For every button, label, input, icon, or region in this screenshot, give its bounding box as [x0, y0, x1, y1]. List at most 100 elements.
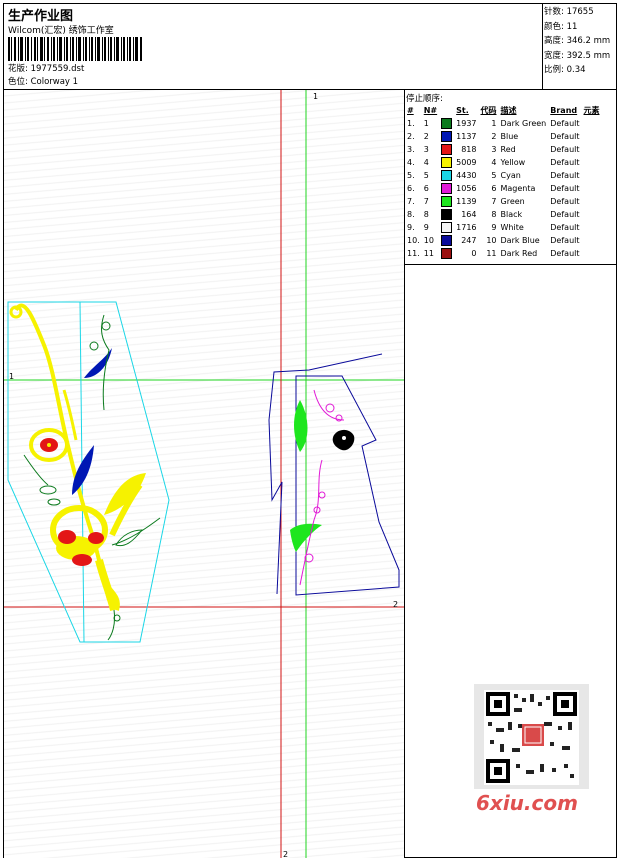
row-swatch: [439, 221, 454, 234]
row-swatch: [439, 247, 454, 260]
row-element: [582, 221, 602, 234]
table-row: 2. 2 1137 2 Blue Default: [405, 130, 602, 143]
watermark: 6xiu.com: [476, 791, 578, 815]
row-stitches: 1056: [456, 184, 477, 193]
row-description: Cyan: [500, 171, 521, 180]
row-element: [582, 195, 602, 208]
row-code: 8: [491, 210, 497, 219]
color-swatch: [441, 131, 453, 142]
row-brand: Default: [550, 236, 580, 245]
stat-height: 高度: 346.2 mm: [544, 36, 611, 46]
row-needle: 4: [423, 158, 429, 167]
col-index: #: [407, 106, 414, 115]
black-flower: [332, 429, 355, 451]
color-swatch: [441, 235, 453, 246]
row-stitches: 818: [461, 145, 477, 154]
row-code: 5: [491, 171, 497, 180]
row-code: 2: [491, 132, 497, 141]
row-description: Dark Green: [500, 119, 547, 128]
col-needle: N#: [423, 106, 438, 115]
table-header-row: # N# St. 代码 描述 Brand 元素: [405, 104, 602, 117]
color-swatch: [441, 196, 453, 207]
yellow-swirl: [9, 305, 23, 319]
row-element: [582, 247, 602, 260]
table-row: 11. 11 0 11 Dark Red Default: [405, 247, 602, 260]
color-swatch: [441, 144, 453, 155]
row-stitches: 1137: [456, 132, 477, 141]
colorway-label: 色位:: [8, 77, 28, 87]
row-swatch: [439, 130, 454, 143]
colorway-value: Colorway 1: [30, 77, 79, 87]
col-swatch: [439, 104, 454, 117]
color-sequence-table: # N# St. 代码 描述 Brand 元素 1. 1 1937 1 Dark Gre…: [405, 104, 602, 260]
color-swatch: [441, 222, 453, 233]
col-code: 代码: [480, 106, 497, 115]
row-brand: Default: [550, 223, 580, 232]
guide-label-h1: 1: [9, 372, 15, 381]
magenta-vine-main: [299, 459, 323, 586]
table-row: 8. 8 164 8 Black Default: [405, 208, 602, 221]
color-swatch: [441, 157, 453, 168]
row-brand: Default: [550, 197, 580, 206]
row-code: 4: [491, 158, 497, 167]
row-code: 6: [491, 184, 497, 193]
row-swatch: [439, 195, 454, 208]
row-swatch: [439, 143, 454, 156]
row-element: [582, 234, 602, 247]
col-element: 元素: [583, 106, 600, 115]
color-swatch: [441, 118, 453, 129]
stat-scale: 比例: 0.34: [544, 65, 586, 75]
design-line: 花版: 1977559.dst: [8, 62, 84, 74]
row-index: 10.: [407, 236, 420, 245]
row-needle: 1: [423, 119, 429, 128]
row-brand: Default: [550, 145, 580, 154]
row-element: [582, 143, 602, 156]
color-swatch: [441, 248, 453, 259]
left-design-boundary: [7, 301, 170, 643]
table-row: 10. 10 247 10 Dark Blue Default: [405, 234, 602, 247]
row-description: White: [500, 223, 524, 232]
row-index: 8.: [407, 210, 415, 219]
table-row: 4. 4 5009 4 Yellow Default: [405, 156, 602, 169]
table-row: 5. 5 4430 5 Cyan Default: [405, 169, 602, 182]
row-stitches: 1937: [456, 119, 477, 128]
row-element: [582, 156, 602, 169]
guide-label-h2: 2: [393, 600, 399, 609]
row-description: Dark Blue: [500, 236, 540, 245]
row-stitches: 1139: [456, 197, 477, 206]
row-needle: 7: [423, 197, 429, 206]
qr-code: [474, 684, 589, 789]
qr-code-graphic: [484, 690, 579, 785]
row-brand: Default: [550, 210, 580, 219]
design-value: 1977559.dst: [30, 64, 85, 74]
stop-sequence-panel: 停止顺序: # N# St. 代码 描述 Brand 元素 1. 1 1937 1 Da…: [404, 90, 616, 265]
row-swatch: [439, 117, 454, 130]
colorway-line: 色位: Colorway 1: [8, 75, 78, 87]
right-design-outline-left: [268, 353, 383, 595]
row-needle: 5: [423, 171, 429, 180]
row-element: [582, 208, 602, 221]
table-row: 1. 1 1937 1 Dark Green Default: [405, 117, 602, 130]
row-swatch: [439, 169, 454, 182]
stat-width: 宽度: 392.5 mm: [544, 50, 611, 61]
row-brand: Default: [550, 171, 580, 180]
row-index: 2.: [407, 132, 415, 141]
row-description: Yellow: [500, 158, 526, 167]
header-vertical-divider: [542, 4, 543, 90]
color-swatch: [441, 170, 453, 181]
row-index: 3.: [407, 145, 415, 154]
upper-flower: [29, 428, 69, 462]
row-brand: Default: [550, 249, 580, 258]
color-swatch: [441, 183, 453, 194]
row-brand: Default: [550, 132, 580, 141]
row-brand: Default: [550, 119, 580, 128]
barcode: [8, 37, 142, 61]
col-stitches: St.: [456, 106, 469, 115]
color-swatch: [441, 209, 453, 220]
table-row: 9. 9 1716 9 White Default: [405, 221, 602, 234]
guide-label-v1: 1: [313, 92, 319, 101]
row-index: 6.: [407, 184, 415, 193]
row-description: Magenta: [500, 184, 536, 193]
row-needle: 8: [423, 210, 429, 219]
row-index: 9.: [407, 223, 415, 232]
